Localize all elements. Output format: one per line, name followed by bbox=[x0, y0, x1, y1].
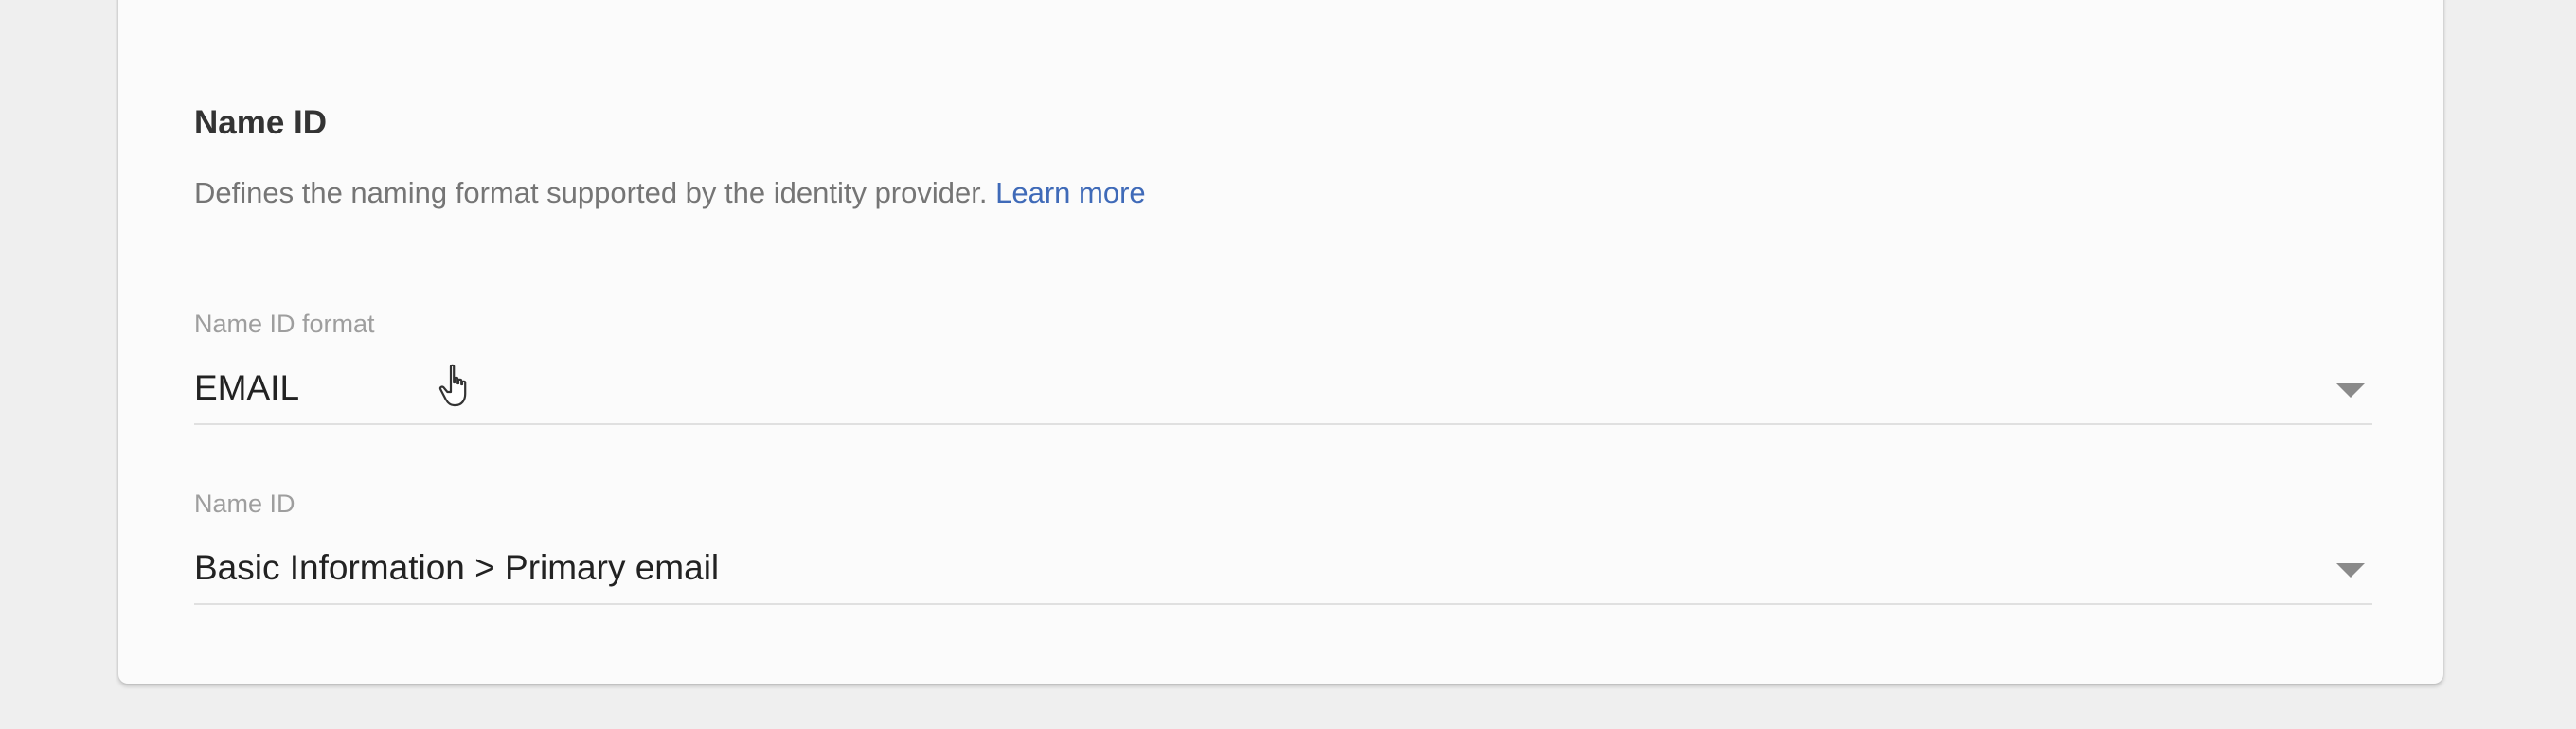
chevron-down-icon bbox=[2336, 383, 2365, 398]
name-id-format-select[interactable]: EMAIL bbox=[194, 364, 2372, 425]
chevron-down-icon bbox=[2336, 563, 2365, 578]
section-description: Defines the naming format supported by t… bbox=[194, 173, 1146, 213]
section-description-text: Defines the naming format supported by t… bbox=[194, 176, 988, 209]
name-id-format-value: EMAIL bbox=[194, 368, 300, 407]
page: Name ID Defines the naming format suppor… bbox=[0, 0, 2576, 729]
learn-more-link[interactable]: Learn more bbox=[995, 176, 1146, 209]
name-id-value: Basic Information > Primary email bbox=[194, 548, 720, 587]
name-id-format-label: Name ID format bbox=[194, 310, 375, 338]
name-id-select[interactable]: Basic Information > Primary email bbox=[194, 544, 2372, 605]
name-id-label: Name ID bbox=[194, 489, 295, 518]
section-title: Name ID bbox=[194, 104, 328, 141]
